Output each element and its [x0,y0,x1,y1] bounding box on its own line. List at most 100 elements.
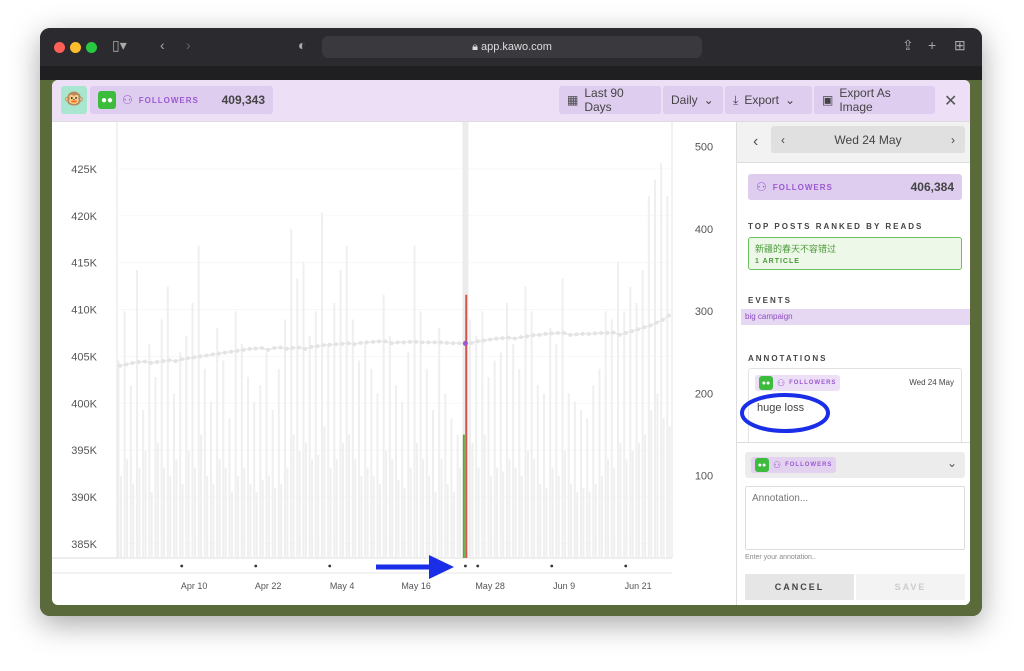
followers-point [210,352,215,357]
x-tick-label: May 4 [330,581,355,591]
users-icon: ⚇ [122,93,133,107]
shield-icon[interactable]: ◐ [298,37,306,53]
close-window-button[interactable] [54,42,65,53]
bar-b [619,442,622,558]
bar-a [518,368,521,558]
bar-b [440,459,443,558]
left-tick-label: 390K [71,492,97,504]
followers-point [216,351,221,356]
export-image-button[interactable]: ▣ Export As Image [814,86,935,114]
annotation-input[interactable] [745,486,965,550]
followers-point [642,325,647,330]
bar-a [407,352,410,558]
followers-point [284,346,289,351]
x-marker-dot [476,564,480,568]
followers-point [321,343,326,348]
bar-b [169,475,172,558]
bar-a [203,368,206,558]
address-bar[interactable]: 🔒︎ app.kawo.com [322,36,702,58]
sidebar-toggle-icon[interactable]: ▯▾ [112,37,127,54]
followers-point [272,345,277,350]
followers-point [259,345,264,350]
followers-point [327,342,332,347]
followers-point [364,340,369,345]
bar-b [409,467,412,558]
metric-value: 409,343 [221,93,265,107]
close-icon[interactable]: ✕ [944,91,957,111]
bar-b [403,488,406,558]
cancel-button[interactable]: CANCEL [745,574,854,600]
followers-point [395,340,400,345]
followers-point [148,360,153,365]
bar-a [358,360,360,558]
followers-point [290,345,295,350]
followers-point [340,341,345,346]
save-button[interactable]: SAVE [856,574,965,600]
followers-point [358,340,363,345]
bar-b [200,434,203,558]
bar-b [150,492,153,558]
bar-b [119,475,122,558]
bar-b [156,442,159,558]
bar-a [592,385,595,558]
bar-b [292,434,295,558]
interval-dropdown[interactable]: Daily ⌄ [663,86,723,114]
followers-point [654,320,659,325]
lock-icon: 🔒︎ [472,41,481,53]
collapse-left-icon[interactable]: ‹ [753,133,758,151]
bar-a [240,344,243,558]
tag-label: FOLLOWERS [789,380,837,386]
followers-point [512,336,517,341]
bar-b [181,483,184,558]
bar-a [339,270,342,558]
back-icon[interactable]: ‹ [160,37,165,53]
bar-b [465,294,468,558]
x-tick-label: Apr 10 [181,581,208,591]
export-dropdown[interactable]: ⤓ Export ⌄ [725,86,812,114]
top-post-card[interactable]: 新疆的春天不容错过 1 ARTICLE [748,237,962,270]
followers-point [303,346,308,351]
bar-a [395,385,397,558]
bar-b [385,451,388,558]
prev-day-icon[interactable]: ‹ [781,133,785,147]
followers-point [494,336,499,341]
followers-point [444,340,449,345]
followers-point [586,331,591,336]
bar-b [557,475,560,558]
bar-b [391,459,394,558]
users-icon: ⚇ [777,377,786,388]
bar-a [543,393,545,558]
bar-a [210,401,212,558]
tab-overview-icon[interactable]: ⊞ [954,37,966,54]
annotation-date: Wed 24 May [909,378,954,387]
followers-point [266,347,271,352]
bar-b [613,467,616,558]
minimize-window-button[interactable] [70,42,81,53]
bar-b [483,434,486,558]
followers-chart[interactable]: 385K 390K 395K 400K 405K 410K 415K 420K 425K 100 2… [52,122,736,605]
share-icon[interactable]: ⇪ [902,37,914,54]
bar-b [668,426,671,558]
chart-svg[interactable]: 385K 390K 395K 400K 405K 410K 415K 420K 425K 100 2… [52,122,736,605]
forward-icon[interactable]: › [186,37,191,53]
bar-b [138,467,141,558]
bar-a [598,368,601,558]
metric-select[interactable]: ●● ⚇ FOLLOWERS ⌄ [745,452,965,478]
date-range-button[interactable]: ▦ Last 90 Days [559,86,661,114]
bar-b [341,442,344,558]
bar-a [308,335,311,558]
bar-b [126,459,129,558]
bar-b [428,475,431,558]
bar-a [586,418,589,558]
followers-point [660,317,665,322]
bar-b [218,459,221,558]
zoom-window-button[interactable] [86,42,97,53]
event-item[interactable]: big campaign [741,309,970,325]
new-tab-icon[interactable]: + [928,37,936,53]
metric-label: FOLLOWERS [772,182,833,192]
followers-point [235,348,240,353]
followers-point [617,332,622,337]
next-day-icon[interactable]: › [951,133,955,147]
bar-b [311,459,314,558]
bar-a [179,352,182,558]
